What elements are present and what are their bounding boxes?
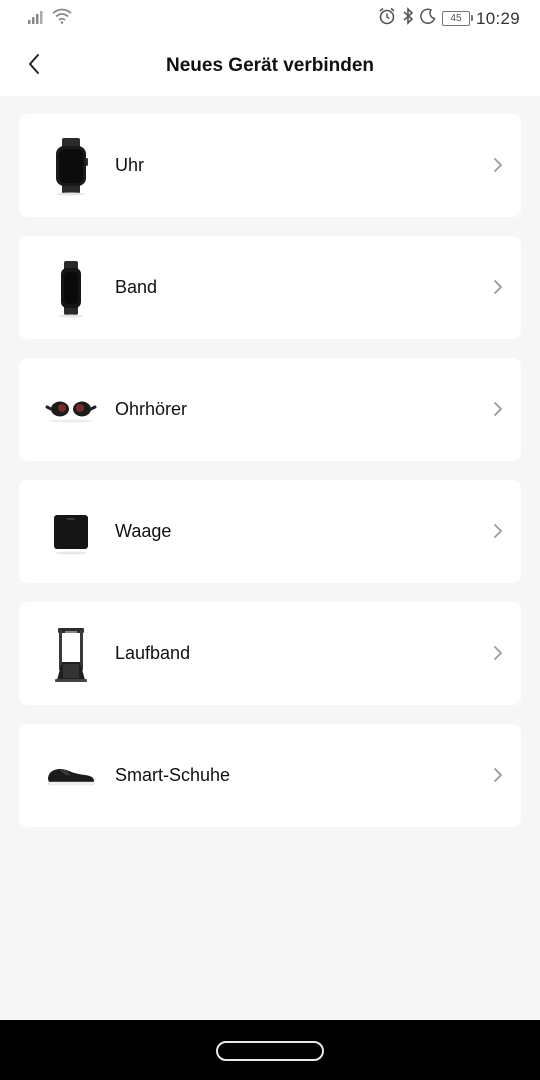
scale-icon <box>43 497 99 567</box>
device-list: Uhr Band Ohrhörer Waage Laufband Smart-S… <box>19 114 521 846</box>
device-label: Band <box>115 277 158 297</box>
device-label: Uhr <box>115 155 145 175</box>
status-time: 10:29 <box>475 8 520 28</box>
device-item-band[interactable]: Band <box>19 236 521 339</box>
device-item-laufband[interactable]: Laufband <box>19 602 521 705</box>
device-item-smart-schuhe[interactable]: Smart-Schuhe <box>19 724 521 827</box>
chevron-right-icon <box>491 155 505 175</box>
page-title: Neues Gerät verbinden <box>165 55 375 76</box>
battery-level: 45 <box>450 13 462 24</box>
shoe-icon <box>43 741 99 811</box>
watch-icon <box>43 131 99 201</box>
moon-icon <box>420 8 436 29</box>
device-label: Laufband <box>115 643 191 663</box>
system-nav-bar <box>0 1020 540 1080</box>
device-label: Ohrhörer <box>115 399 188 419</box>
device-item-ohrhoerer[interactable]: Ohrhörer <box>19 358 521 461</box>
treadmill-icon <box>43 619 99 689</box>
chevron-right-icon <box>491 521 505 541</box>
chevron-right-icon <box>491 399 505 419</box>
status-bar: 45 10:29 <box>0 0 540 36</box>
chevron-right-icon <box>491 643 505 663</box>
earbuds-icon <box>43 375 99 445</box>
signal-icon <box>28 10 46 29</box>
chevron-right-icon <box>491 277 505 297</box>
screen: 45 10:29 Neues Gerät verbinden Uhr Band … <box>0 0 540 1080</box>
battery-icon: 45 <box>441 11 473 26</box>
status-left <box>28 8 72 29</box>
device-item-uhr[interactable]: Uhr <box>19 114 521 217</box>
fitness-band-icon <box>43 253 99 323</box>
status-right: 45 10:29 <box>378 7 520 30</box>
device-label: Waage <box>115 521 172 541</box>
chevron-right-icon <box>491 765 505 785</box>
device-item-waage[interactable]: Waage <box>19 480 521 583</box>
header: Neues Gerät verbinden <box>0 36 540 96</box>
home-gesture-bar[interactable] <box>216 1041 324 1061</box>
device-label: Smart-Schuhe <box>115 765 231 785</box>
wifi-icon <box>52 8 72 29</box>
bluetooth-icon <box>402 7 414 30</box>
alarm-icon <box>378 7 396 30</box>
